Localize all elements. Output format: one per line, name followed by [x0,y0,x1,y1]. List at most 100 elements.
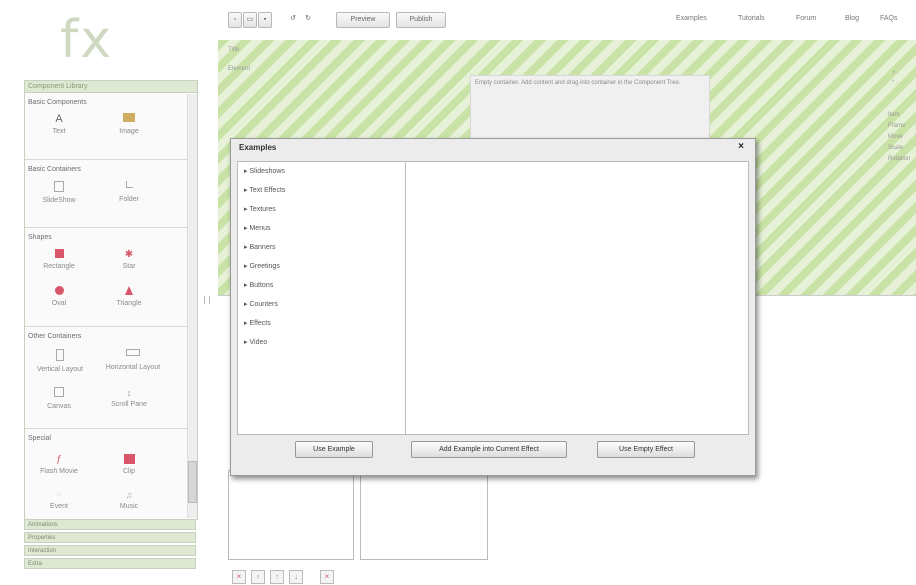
slideshow-icon [54,181,64,192]
tool-canvas[interactable]: Canvas [29,387,89,410]
canvas-marker-icon: ° · [892,80,899,86]
tool-rectangle[interactable]: Rectangle [29,249,89,270]
event-icon: ○ [56,490,62,499]
redo-icon: ↻ [305,15,311,22]
timeline-panel-right [360,470,488,560]
palette-scrollbar[interactable] [187,94,197,518]
dialog-title: Examples [239,143,277,152]
tool-oval[interactable]: Oval [29,286,89,307]
remove-icon[interactable]: × [320,570,334,584]
left-panel: fx Component Library Basic Components A … [0,0,200,584]
save-button[interactable]: ▪ [258,12,272,28]
use-example-button[interactable]: Use Example [295,441,373,458]
nav-forum[interactable]: Forum [796,15,816,22]
image-icon [123,113,135,122]
undo-button[interactable]: ↺ [287,12,299,26]
examples-dialog: Examples × ▸ Slideshows ▸ Text Effects ▸… [230,138,756,476]
property-label: Move [888,134,903,140]
flash-icon: ƒ [56,454,62,465]
palette-scrollbar-thumb[interactable] [188,461,197,503]
scroll-pane-icon: ↕ [126,388,132,398]
accordion-extra[interactable]: Extra [24,558,196,569]
example-preview [406,162,748,434]
palette-header: Component Library [25,81,197,93]
undo-icon: ↺ [290,15,296,22]
tool-label: Oval [51,300,67,307]
publish-button[interactable]: Publish [396,12,446,28]
rectangle-icon [54,249,64,258]
tool-text[interactable]: A Text [29,113,89,135]
tool-slideshow[interactable]: SlideShow [29,181,89,204]
tool-label: Image [119,128,139,135]
new-button[interactable]: ▫ [228,12,242,28]
tree-item-greetings[interactable]: ▸ Greetings [244,262,280,270]
section-title-other-containers: Other Containers [28,333,82,340]
tree-item-text-effects[interactable]: ▸ Text Effects [244,186,285,194]
vertical-layout-icon [56,349,64,361]
tool-image[interactable]: Image [99,113,159,135]
section-title-shapes: Shapes [28,234,52,241]
tool-clip[interactable]: Clip [99,454,159,475]
tool-label: Rectangle [43,263,75,270]
section-title-special: Special [28,435,51,442]
accordion-animations[interactable]: Animations [24,519,196,530]
nav-tutorials[interactable]: Tutorials [738,15,765,22]
accordion-properties[interactable]: Properties [24,532,196,543]
tool-horizontal-layout[interactable]: Horizontal Layout [95,349,171,371]
star-icon: ✱ [124,249,134,260]
tool-label: Folder [119,196,139,203]
tool-triangle[interactable]: Triangle [99,286,159,307]
text-icon: A [55,113,63,125]
tree-item-video[interactable]: ▸ Video [244,338,267,346]
close-icon[interactable]: × [735,141,747,153]
tool-label: Triangle [116,300,142,307]
splitter-handle[interactable] [204,296,210,304]
redo-button[interactable]: ↻ [302,12,314,26]
nav-blog[interactable]: Blog [845,15,859,22]
app-logo: fx [60,10,114,70]
tool-label: Flash Movie [40,468,78,475]
tree-item-slideshows[interactable]: ▸ Slideshows [244,167,285,175]
accordion-interaction[interactable]: Interaction [24,545,196,556]
timeline-panel-left [228,470,354,560]
add-example-button[interactable]: Add Example into Current Effect [411,441,567,458]
tool-label: Star [122,263,136,270]
tool-flash-movie[interactable]: ƒ Flash Movie [29,454,89,475]
dialog-body: ▸ Slideshows ▸ Text Effects ▸ Textures ▸… [237,161,749,435]
tool-scroll-pane[interactable]: ↕ Scroll Pane [99,387,159,408]
move-down-icon[interactable]: ↓ [289,570,303,584]
canvas-icon [54,387,64,397]
delete-icon[interactable]: × [232,570,246,584]
tool-music[interactable]: ♫ Music [99,489,159,510]
use-empty-effect-button[interactable]: Use Empty Effect [597,441,695,458]
nav-faqs[interactable]: FAQs [880,15,898,22]
property-label: Frame [888,123,906,129]
tool-folder[interactable]: Folder [99,181,159,203]
open-button[interactable]: ▭ [243,12,257,28]
tree-item-buttons[interactable]: ▸ Buttons [244,281,273,289]
tool-event[interactable]: ○ Event [29,489,89,510]
section-title-basic-components: Basic Components [28,99,87,106]
copy-icon[interactable]: ▫ [251,570,265,584]
tool-star[interactable]: ✱ Star [99,249,159,270]
triangle-icon [125,286,133,295]
section-title-basic-containers: Basic Containers [28,166,81,173]
move-up-icon[interactable]: ↑ [270,570,284,584]
property-label: Rotation [888,156,911,162]
oval-icon [54,286,64,295]
nav-examples[interactable]: Examples [676,15,707,22]
tool-label: Canvas [47,403,71,410]
tool-label: Text [52,128,66,135]
save-icon: ▪ [263,16,267,23]
tree-item-textures[interactable]: ▸ Textures [244,205,276,213]
canvas-label-title: Title [228,47,240,53]
tree-item-banners[interactable]: ▸ Banners [244,243,276,251]
tree-item-menus[interactable]: ▸ Menus [244,224,270,232]
preview-button[interactable]: Preview [336,12,390,28]
tool-label: Vertical Layout [37,366,83,373]
tree-item-counters[interactable]: ▸ Counters [244,300,278,308]
tree-item-effects[interactable]: ▸ Effects [244,319,271,327]
canvas-label-element: Element [228,66,251,72]
music-icon: ♫ [125,490,133,500]
tool-vertical-layout[interactable]: Vertical Layout [25,349,95,373]
